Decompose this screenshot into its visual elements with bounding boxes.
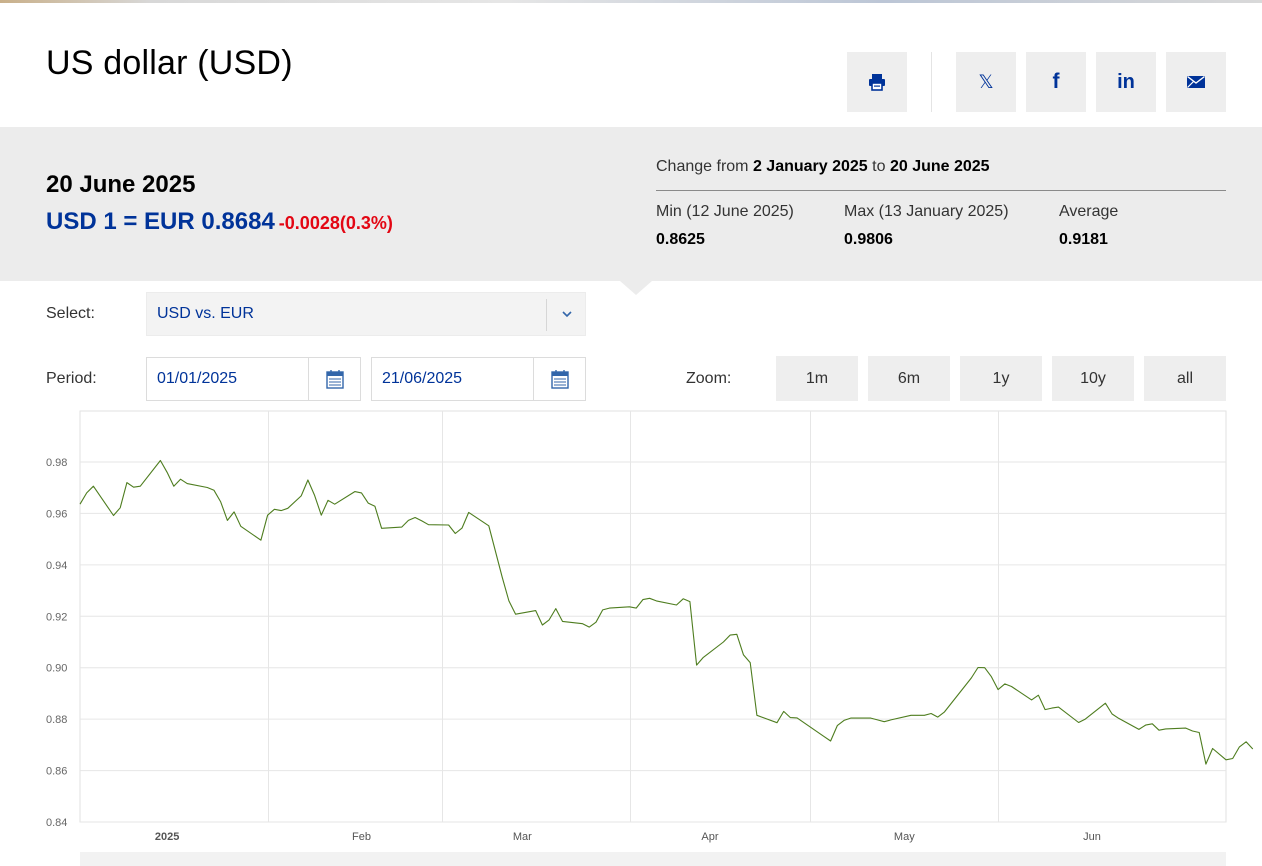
currency-pair-select[interactable]: USD vs. EUR	[146, 292, 586, 336]
zoom-1y-button[interactable]: 1y	[960, 356, 1042, 401]
usd-eur-series-line	[79, 459, 1254, 765]
y-tick-label: 0.90	[46, 663, 67, 675]
max-value: 0.9806	[844, 231, 893, 248]
x-tick-label: Feb	[352, 831, 371, 843]
select-separator	[546, 299, 547, 331]
share-linkedin-button[interactable]: in	[1096, 52, 1156, 112]
email-icon	[1187, 75, 1205, 88]
calendar-icon[interactable]	[326, 369, 344, 389]
min-label: Min (12 June 2025)	[656, 203, 794, 220]
share-divider	[931, 52, 932, 112]
calendar-icon[interactable]	[551, 369, 569, 389]
y-tick-label: 0.94	[46, 560, 67, 572]
change-from-label: Change from	[656, 158, 749, 175]
y-tick-label: 0.96	[46, 508, 67, 520]
date-separator	[308, 358, 309, 400]
min-value: 0.8625	[656, 231, 705, 248]
select-label: Select:	[46, 305, 95, 322]
max-label: Max (13 January 2025)	[844, 203, 1009, 220]
top-accent-bar	[0, 0, 1262, 3]
change-to-label: to	[872, 158, 886, 175]
period-from-value: 01/01/2025	[157, 370, 238, 387]
print-button[interactable]	[847, 52, 907, 112]
page-title: US dollar (USD)	[46, 44, 293, 82]
change-to-date: 20 June 2025	[889, 158, 990, 175]
change-divider	[656, 190, 1226, 191]
rate-change: -0.0028(0.3%)	[278, 213, 393, 233]
period-from-input[interactable]: 01/01/2025	[146, 357, 361, 401]
linkedin-icon: in	[1117, 70, 1135, 93]
change-from-date: 2 January 2025	[752, 158, 868, 175]
zoom-all-button[interactable]: all	[1144, 356, 1226, 401]
exchange-rate: USD 1 = EUR 0.8684 -0.0028(0.3%)	[46, 208, 393, 236]
chevron-down-icon	[562, 311, 572, 318]
share-facebook-button[interactable]: f	[1026, 52, 1086, 112]
share-email-button[interactable]	[1166, 52, 1226, 112]
y-tick-label: 0.86	[46, 766, 67, 778]
rate-date: 20 June 2025	[46, 171, 196, 198]
average-label: Average	[1059, 203, 1119, 220]
print-icon	[869, 74, 885, 91]
x-tick-label: May	[894, 831, 915, 843]
period-to-input[interactable]: 21/06/2025	[371, 357, 586, 401]
exchange-rate-chart[interactable]: 0.98 0.96 0.94 0.92 0.90 0.88 0.86 0.84 2025 Feb M…	[0, 410, 1262, 852]
period-label: Period:	[46, 370, 97, 387]
change-period-heading: Change from 2 January 2025 to 20 June 20…	[656, 158, 990, 176]
period-to-value: 21/06/2025	[382, 370, 463, 387]
zoom-6m-button[interactable]: 6m	[868, 356, 950, 401]
x-icon: 𝕏	[978, 71, 994, 93]
currency-pair-value: USD vs. EUR	[157, 305, 254, 322]
y-tick-label: 0.88	[46, 714, 67, 726]
x-tick-label: Mar	[513, 831, 532, 843]
x-tick-label: 2025	[155, 831, 179, 843]
zoom-label: Zoom:	[686, 370, 732, 387]
y-tick-label: 0.98	[46, 457, 67, 469]
chart-navigator[interactable]	[80, 852, 1226, 866]
zoom-1m-button[interactable]: 1m	[776, 356, 858, 401]
zoom-10y-button[interactable]: 10y	[1052, 356, 1134, 401]
y-tick-label: 0.84	[46, 817, 67, 829]
share-x-button[interactable]: 𝕏	[956, 52, 1016, 112]
x-tick-label: Apr	[701, 831, 718, 843]
summary-pointer	[620, 281, 652, 295]
date-separator	[533, 358, 534, 400]
rate-value: USD 1 = EUR 0.8684	[46, 208, 275, 235]
x-tick-label: Jun	[1083, 831, 1101, 843]
y-tick-label: 0.92	[46, 611, 67, 623]
facebook-icon: f	[1052, 70, 1060, 93]
average-value: 0.9181	[1059, 231, 1108, 248]
